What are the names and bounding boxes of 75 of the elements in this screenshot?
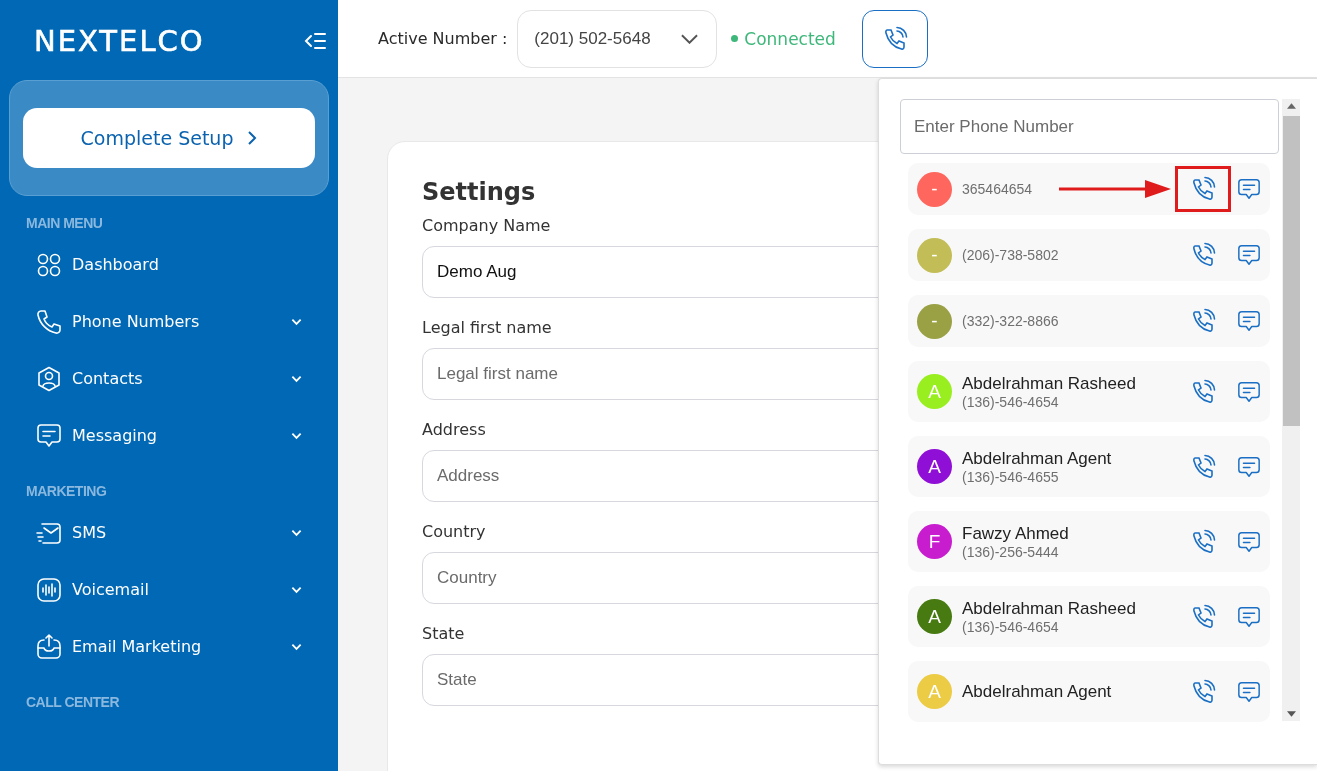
avatar: A bbox=[917, 374, 952, 409]
avatar: A bbox=[917, 449, 952, 484]
chevron-down-icon bbox=[681, 33, 699, 44]
phone-number-field[interactable]: Enter Phone Number bbox=[900, 99, 1279, 154]
contact-row[interactable]: A Abdelrahman Agent bbox=[908, 661, 1270, 722]
message-icon[interactable] bbox=[1237, 454, 1261, 479]
field-label: Country bbox=[422, 522, 486, 541]
contact-name: Abdelrahman Agent bbox=[962, 448, 1112, 469]
contact-phone: (332)-322-8866 bbox=[962, 313, 1059, 329]
section-heading: MARKETING bbox=[25, 482, 108, 501]
call-icon[interactable] bbox=[1190, 603, 1216, 630]
avatar: - bbox=[917, 237, 952, 273]
call-icon[interactable] bbox=[1190, 242, 1216, 268]
grid-icon bbox=[36, 251, 62, 278]
contact-row[interactable]: - 365464654 bbox=[908, 163, 1270, 215]
field-label: Legal first name bbox=[422, 318, 552, 337]
nav-item[interactable]: Messaging bbox=[0, 407, 338, 464]
contact-row[interactable]: A Abdelrahman Rasheed (136)-546-4654 bbox=[908, 586, 1270, 647]
message-icon[interactable] bbox=[1237, 679, 1261, 704]
message-icon[interactable] bbox=[1237, 309, 1261, 333]
contact-row[interactable]: A Abdelrahman Rasheed (136)-546-4654 bbox=[908, 361, 1270, 422]
active-number-label: Active Number : bbox=[378, 29, 508, 48]
contact-row[interactable]: - (332)-322-8866 bbox=[908, 295, 1270, 347]
call-icon[interactable] bbox=[1190, 378, 1216, 405]
contact-name: Abdelrahman Agent bbox=[962, 681, 1112, 702]
avatar: A bbox=[917, 674, 952, 709]
contact-phone: (136)-546-4654 bbox=[962, 618, 1059, 635]
voicemail-icon bbox=[36, 576, 62, 603]
avatar: A bbox=[917, 599, 952, 634]
message-icon[interactable] bbox=[1237, 243, 1261, 267]
field-label: Address bbox=[422, 420, 486, 439]
settings-title: Settings bbox=[422, 178, 536, 206]
logo: NEXTELCO bbox=[34, 24, 205, 58]
scrollbar[interactable] bbox=[1282, 99, 1300, 721]
message-icon[interactable] bbox=[1237, 177, 1261, 201]
contact-phone: (136)-546-4655 bbox=[962, 468, 1059, 485]
field-label: Company Name bbox=[422, 216, 551, 235]
contact-row[interactable]: A Abdelrahman Agent (136)-546-4655 bbox=[908, 436, 1270, 497]
dialer-button[interactable] bbox=[861, 9, 928, 68]
avatar: F bbox=[917, 524, 952, 559]
contact-row[interactable]: F Fawzy Ahmed (136)-256-5444 bbox=[908, 511, 1270, 572]
connection-status: Connected bbox=[744, 28, 836, 49]
upload-tray-icon bbox=[36, 633, 62, 660]
contact-phone: 365464654 bbox=[962, 181, 1033, 197]
phone-icon bbox=[36, 308, 62, 335]
nav-item[interactable]: Email Marketing bbox=[0, 618, 338, 675]
avatar: - bbox=[917, 171, 952, 207]
call-icon[interactable] bbox=[1190, 308, 1216, 334]
nav-item[interactable]: Dashboard bbox=[0, 236, 338, 293]
nav-item[interactable]: SMS bbox=[0, 504, 338, 561]
call-icon[interactable] bbox=[1190, 528, 1216, 555]
chat-icon bbox=[36, 422, 62, 449]
contact-icon bbox=[36, 365, 62, 392]
message-icon[interactable] bbox=[1237, 529, 1261, 554]
number-select[interactable]: (201) 502-5648 bbox=[517, 9, 718, 68]
contact-name: Fawzy Ahmed bbox=[962, 523, 1069, 544]
contact-row[interactable]: - (206)-738-5802 bbox=[908, 229, 1270, 281]
section-heading: CALL CENTER bbox=[25, 693, 121, 712]
contact-phone: (206)-738-5802 bbox=[962, 247, 1059, 263]
field-label: State bbox=[422, 624, 465, 643]
message-icon[interactable] bbox=[1237, 379, 1261, 404]
call-icon[interactable] bbox=[1190, 176, 1216, 202]
nav-item[interactable]: Voicemail bbox=[0, 561, 338, 618]
scroll-up-arrow-icon[interactable] bbox=[1286, 103, 1296, 109]
collapse-menu-icon[interactable] bbox=[304, 32, 326, 50]
avatar: - bbox=[917, 303, 952, 339]
call-icon[interactable] bbox=[1190, 453, 1216, 480]
chevron-right-icon bbox=[247, 130, 258, 146]
complete-setup-button[interactable]: Complete Setup bbox=[23, 108, 315, 168]
call-icon[interactable] bbox=[1190, 678, 1216, 705]
nav-item[interactable]: Phone Numbers bbox=[0, 293, 338, 350]
message-icon[interactable] bbox=[1237, 604, 1261, 629]
section-heading: MAIN MENU bbox=[25, 214, 104, 233]
scroll-down-arrow-icon[interactable] bbox=[1286, 711, 1296, 717]
nav-item[interactable]: Contacts bbox=[0, 350, 338, 407]
